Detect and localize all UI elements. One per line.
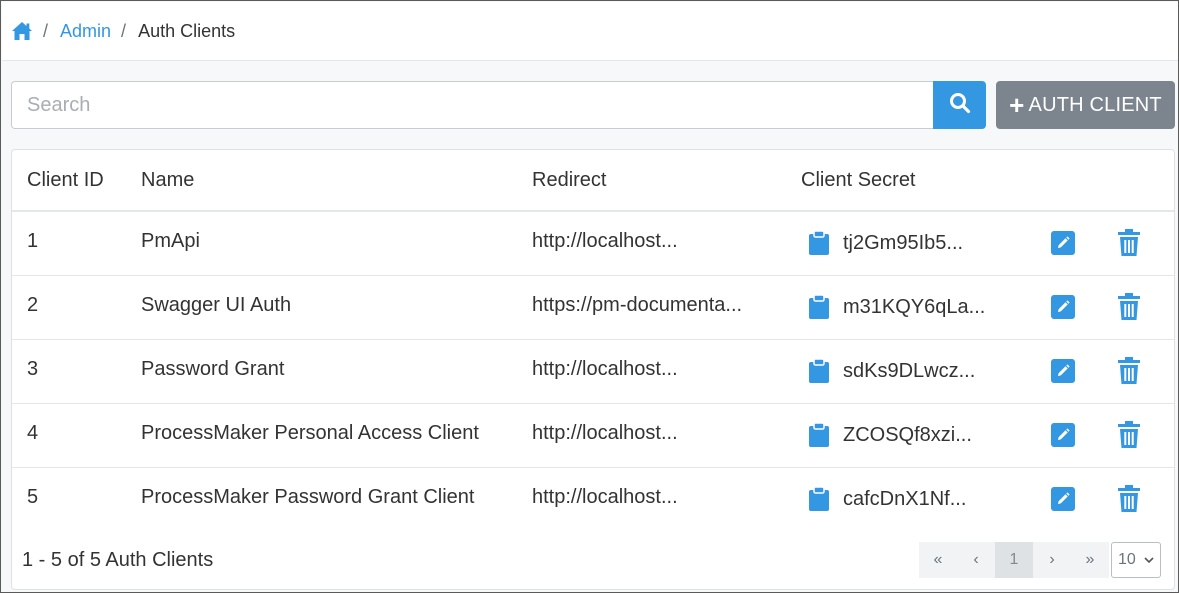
client-secret-cell: tj2Gm95Ib5...: [808, 230, 963, 256]
table-header: Client ID Name Redirect Client Secret: [12, 150, 1174, 212]
client-secret-cell: cafcDnX1Nf...: [808, 486, 966, 512]
add-auth-client-label: AUTH CLIENT: [1028, 93, 1162, 116]
client-id-cell: 3: [27, 358, 39, 380]
page-number-button[interactable]: 1: [995, 542, 1033, 578]
client-id-cell: 5: [27, 486, 39, 508]
client-name-cell: ProcessMaker Personal Access Client: [141, 422, 479, 444]
pagination: « ‹ 1 › » 10: [919, 542, 1161, 578]
search-button[interactable]: [933, 81, 986, 129]
clipboard-icon[interactable]: [808, 294, 830, 320]
plus-icon: +: [1009, 90, 1025, 120]
column-header-client-id[interactable]: Client ID: [27, 169, 104, 192]
redirect-cell: http://localhost...: [532, 486, 678, 508]
per-page-value: 10: [1118, 551, 1136, 568]
column-header-redirect[interactable]: Redirect: [532, 169, 606, 192]
client-secret-value: tj2Gm95Ib5...: [843, 231, 964, 254]
trash-icon[interactable]: [1117, 421, 1141, 449]
redirect-cell: http://localhost...: [532, 422, 678, 444]
redirect-cell: https://pm-documenta...: [532, 294, 743, 316]
search-toolbar: + AUTH CLIENT: [11, 81, 1175, 129]
edit-icon[interactable]: [1051, 231, 1075, 255]
edit-icon[interactable]: [1051, 487, 1075, 511]
client-secret-cell: ZCOSQf8xzi...: [808, 422, 972, 448]
client-secret-value: m31KQY6qLa...: [843, 295, 986, 318]
table-row: 2 Swagger UI Auth https://pm-documenta... m…: [12, 276, 1174, 340]
clipboard-icon[interactable]: [808, 358, 830, 384]
edit-icon[interactable]: [1051, 295, 1075, 319]
client-name-cell: Password Grant: [141, 358, 285, 380]
breadcrumb-admin-link[interactable]: Admin: [60, 21, 111, 42]
client-id-cell: 2: [27, 294, 39, 316]
table-row: 1 PmApi http://localhost... tj2Gm95Ib5...: [12, 212, 1174, 276]
redirect-cell: http://localhost...: [532, 230, 678, 252]
client-id-cell: 4: [27, 422, 39, 444]
client-name-cell: PmApi: [141, 230, 200, 252]
clipboard-icon[interactable]: [808, 230, 830, 256]
app-window: / Admin / Auth Clients + AUTH CLIENT Cli…: [0, 0, 1179, 593]
trash-icon[interactable]: [1117, 229, 1141, 257]
breadcrumb: / Admin / Auth Clients: [2, 2, 1178, 61]
breadcrumb-separator: /: [121, 20, 127, 41]
column-header-name[interactable]: Name: [141, 169, 194, 192]
chevron-down-icon: [1144, 551, 1154, 569]
previous-page-button[interactable]: ‹: [957, 542, 995, 578]
trash-icon[interactable]: [1117, 485, 1141, 513]
clipboard-icon[interactable]: [808, 486, 830, 512]
trash-icon[interactable]: [1117, 357, 1141, 385]
edit-icon[interactable]: [1051, 359, 1075, 383]
client-name-cell: Swagger UI Auth: [141, 294, 292, 316]
client-id-cell: 1: [27, 230, 39, 252]
column-header-client-secret[interactable]: Client Secret: [801, 169, 916, 192]
search-icon: [949, 92, 971, 119]
trash-icon[interactable]: [1117, 293, 1141, 321]
pagination-summary: 1 - 5 of 5 Auth Clients: [22, 549, 214, 571]
client-secret-value: sdKs9DLwcz...: [843, 359, 976, 382]
client-name-cell: ProcessMaker Password Grant Client: [141, 486, 475, 508]
breadcrumb-current: Auth Clients: [138, 20, 236, 41]
client-secret-value: cafcDnX1Nf...: [843, 487, 967, 510]
add-auth-client-button[interactable]: + AUTH CLIENT: [996, 81, 1175, 129]
table-row: 5 ProcessMaker Password Grant Client http:…: [12, 468, 1174, 532]
clipboard-icon[interactable]: [808, 422, 830, 448]
client-secret-cell: sdKs9DLwcz...: [808, 358, 975, 384]
per-page-select[interactable]: 10: [1111, 542, 1161, 578]
last-page-button[interactable]: »: [1071, 542, 1109, 578]
next-page-button[interactable]: ›: [1033, 542, 1071, 578]
first-page-button[interactable]: «: [919, 542, 957, 578]
redirect-cell: http://localhost...: [532, 358, 678, 380]
search-input[interactable]: [11, 81, 935, 129]
edit-icon[interactable]: [1051, 423, 1075, 447]
auth-clients-table: Client ID Name Redirect Client Secret 1 P…: [11, 149, 1175, 590]
client-secret-value: ZCOSQf8xzi...: [843, 423, 972, 446]
client-secret-cell: m31KQY6qLa...: [808, 294, 985, 320]
table-row: 3 Password Grant http://localhost... sdKs9D…: [12, 340, 1174, 404]
home-icon[interactable]: [11, 20, 33, 42]
table-row: 4 ProcessMaker Personal Access Client http…: [12, 404, 1174, 468]
breadcrumb-separator: /: [43, 20, 49, 41]
